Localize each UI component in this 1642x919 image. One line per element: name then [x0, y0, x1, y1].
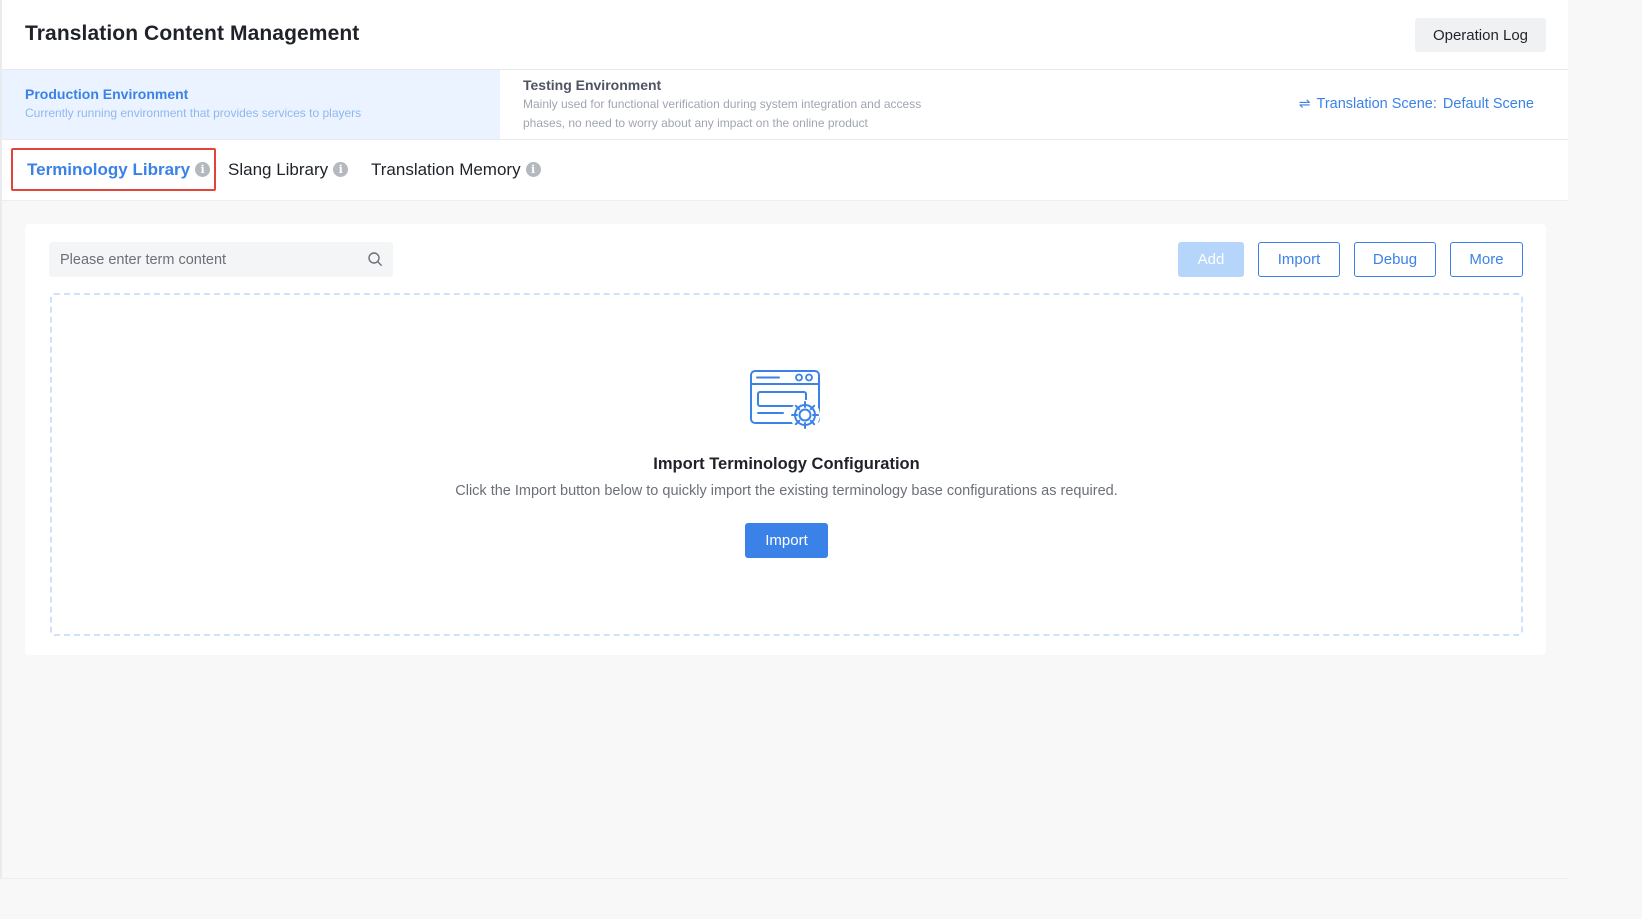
scene-label: Translation Scene:	[1316, 95, 1437, 112]
env-tab-testing[interactable]: Testing Environment Mainly used for func…	[500, 70, 960, 139]
empty-state-import-button[interactable]: Import	[745, 523, 828, 558]
page-title: Translation Content Management	[25, 22, 360, 45]
env-title: Testing Environment	[523, 77, 662, 93]
translation-scene-selector[interactable]: ⇌ Translation Scene: Default Scene	[1299, 95, 1534, 112]
empty-state: Import Terminology Configuration Click t…	[50, 293, 1523, 636]
swap-arrows-icon: ⇌	[1298, 95, 1311, 111]
tab-label: Terminology Library	[27, 159, 191, 179]
configuration-settings-illustration-icon	[750, 370, 820, 430]
tab-label: Translation Memory	[371, 159, 521, 179]
library-tabs: Terminology Library i Slang Library i Tr…	[2, 140, 1568, 201]
search-input[interactable]	[49, 242, 393, 277]
env-description: Currently running environment that provi…	[25, 106, 362, 120]
tab-translation-memory[interactable]: Translation Memory i	[371, 148, 541, 191]
env-title: Production Environment	[25, 86, 189, 102]
tab-terminology-library[interactable]: Terminology Library i	[11, 148, 216, 191]
env-tab-production[interactable]: Production Environment Currently running…	[2, 70, 500, 139]
info-icon[interactable]: i	[195, 162, 211, 177]
scene-value: Default Scene	[1442, 95, 1534, 112]
operation-log-button[interactable]: Operation Log	[1415, 18, 1546, 52]
debug-button[interactable]: Debug	[1354, 242, 1436, 277]
more-button[interactable]: More	[1450, 242, 1523, 277]
env-description: Mainly used for functional verification …	[523, 97, 922, 130]
empty-state-title: Import Terminology Configuration	[653, 455, 920, 473]
add-button[interactable]: Add	[1178, 242, 1244, 277]
page-header: Translation Content Management Operation…	[2, 0, 1568, 70]
search-icon[interactable]	[367, 251, 383, 267]
tab-slang-library[interactable]: Slang Library i	[228, 148, 349, 191]
empty-state-description: Click the Import button below to quickly…	[455, 483, 1118, 499]
terminology-panel: Add Import Debug More Import Terminolog	[25, 224, 1546, 655]
info-icon[interactable]: i	[525, 162, 541, 177]
search-box	[49, 242, 393, 277]
import-button[interactable]: Import	[1258, 242, 1340, 277]
tab-label: Slang Library	[228, 159, 329, 179]
environment-switcher: Production Environment Currently running…	[2, 70, 1568, 140]
info-icon[interactable]: i	[333, 162, 349, 177]
app-frame: Translation Content Management Operation…	[0, 0, 1568, 879]
